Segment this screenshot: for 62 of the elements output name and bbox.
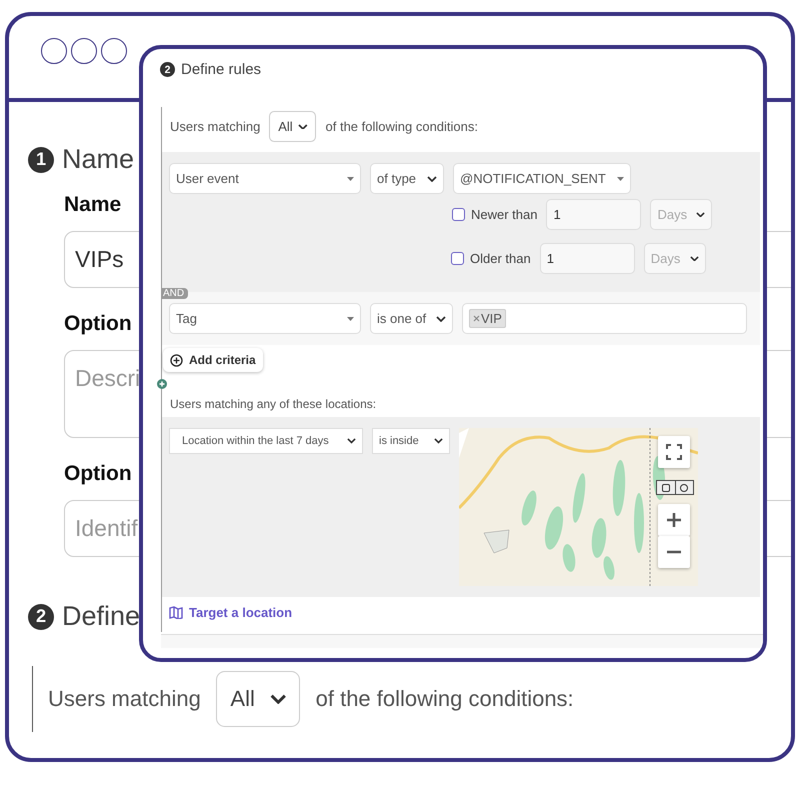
operator-select[interactable]: is one of — [370, 303, 453, 334]
add-criteria-button[interactable]: Add criteria — [163, 348, 263, 372]
panel-title: Define rules — [181, 61, 262, 78]
remove-icon[interactable] — [473, 315, 480, 322]
chevron-icon — [347, 438, 356, 444]
step-number: 2 — [28, 604, 54, 630]
dropdown-icon — [347, 176, 354, 180]
map-icon — [169, 606, 183, 619]
tag-chip: VIP — [469, 309, 506, 328]
match-select[interactable]: All — [216, 671, 300, 727]
match-label: Users matching — [48, 686, 201, 712]
square-icon — [662, 484, 670, 492]
window-dot — [41, 38, 67, 64]
window-dot — [71, 38, 97, 64]
field-label: Option — [64, 312, 132, 336]
field-label: Name — [64, 193, 122, 217]
checkbox-label: Older than — [470, 251, 531, 266]
minus-icon — [667, 550, 681, 554]
zoom-in-button[interactable] — [658, 504, 690, 536]
fullscreen-button[interactable] — [658, 436, 690, 468]
amount-input[interactable]: 1 — [540, 243, 635, 274]
plus-circle-icon[interactable] — [157, 379, 167, 389]
zoom-out-button[interactable] — [658, 536, 690, 568]
chevron-icon — [427, 176, 437, 182]
match-label: of the following conditions: — [326, 119, 478, 134]
window-dot — [101, 38, 127, 64]
chevron-icon — [436, 316, 446, 322]
locations-heading: Users matching any of these locations: — [169, 396, 378, 413]
chevron-icon — [270, 694, 286, 704]
chevron-icon — [434, 438, 443, 444]
dropdown-icon — [617, 176, 624, 180]
field-label: Option — [64, 462, 132, 486]
step-title: Name — [62, 144, 134, 175]
operator-select[interactable]: is inside — [372, 428, 450, 454]
checkbox[interactable] — [452, 208, 465, 221]
step-title: Define — [62, 601, 140, 632]
and-badge: AND — [161, 288, 188, 299]
step-number: 1 — [28, 146, 54, 172]
field-select[interactable]: Tag — [169, 303, 361, 334]
checkbox[interactable] — [451, 252, 464, 265]
circle-icon — [680, 484, 688, 492]
checkbox-label: Newer than — [471, 207, 538, 222]
step-number: 2 — [160, 62, 175, 77]
chevron-icon — [298, 124, 308, 130]
chevron-icon — [696, 212, 706, 218]
match-label: Users matching — [170, 119, 260, 134]
amount-input[interactable]: 1 — [546, 199, 642, 230]
event-select[interactable]: @NOTIFICATION_SENT — [453, 163, 631, 194]
fullscreen-icon — [666, 444, 682, 460]
operator-select[interactable]: of type — [370, 163, 444, 194]
target-location-link[interactable]: Target a location — [162, 597, 760, 632]
location-select[interactable]: Location within the last 7 days — [169, 428, 363, 454]
plus-icon — [667, 513, 681, 527]
match-label: of the following conditions: — [316, 686, 574, 712]
tag-input[interactable]: VIP — [462, 303, 747, 334]
plus-circle-icon — [170, 354, 183, 366]
chevron-icon — [690, 256, 699, 262]
match-select[interactable]: All — [269, 111, 316, 142]
field-select[interactable]: User event — [169, 163, 361, 194]
dropdown-icon — [347, 316, 354, 320]
circle-toggle[interactable] — [676, 481, 693, 494]
square-toggle[interactable] — [657, 481, 676, 494]
